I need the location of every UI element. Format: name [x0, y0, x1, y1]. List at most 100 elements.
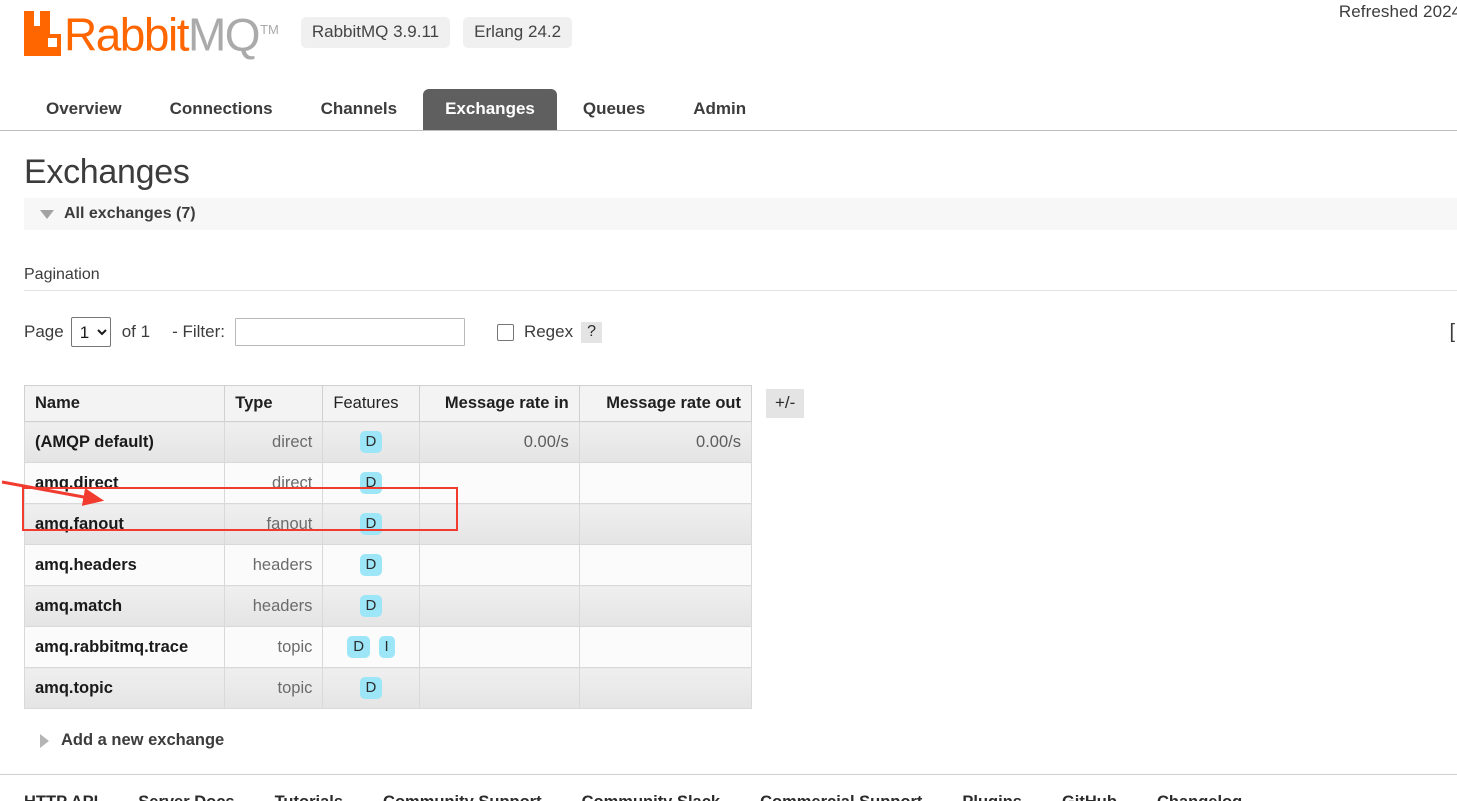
exchange-features: D: [322, 544, 420, 586]
exchange-rate-in: [418, 585, 580, 627]
exchange-rate-out: 0.00/s: [578, 421, 753, 463]
feature-badge-durable: D: [359, 554, 383, 576]
all-exchanges-section-header[interactable]: All exchanges (7): [24, 198, 1457, 230]
exchange-rate-out: [578, 626, 753, 668]
exchange-features: D: [322, 585, 420, 627]
app-header: Refreshed 2024- RabbitMQTM RabbitMQ 3.9.…: [0, 0, 1457, 85]
regex-help-icon[interactable]: ?: [581, 321, 602, 343]
exchange-rate-out: [578, 503, 753, 545]
page-total-label: of 1: [121, 322, 151, 341]
feature-badge-durable: D: [359, 472, 383, 494]
chevron-right-icon: [40, 733, 49, 748]
table-row-highlighted[interactable]: amq.fanout fanout D: [23, 503, 753, 545]
exchange-rate-out: [578, 544, 753, 586]
exchange-type: direct: [224, 421, 324, 463]
feature-badge-durable: D: [359, 431, 383, 453]
exchange-type: topic: [224, 667, 324, 709]
footer-link-community-support[interactable]: Community Support: [383, 793, 542, 801]
exchange-name[interactable]: amq.fanout: [23, 503, 226, 545]
footer-link-http-api[interactable]: HTTP API: [24, 793, 98, 801]
feature-badge-internal: I: [378, 636, 395, 658]
column-header-message-rate-in[interactable]: Message rate in: [418, 385, 580, 422]
page-root: Refreshed 2024- RabbitMQTM RabbitMQ 3.9.…: [0, 0, 1457, 801]
tab-queues[interactable]: Queues: [561, 89, 667, 130]
filter-input[interactable]: [234, 318, 465, 346]
exchange-rate-in: [418, 503, 580, 545]
tab-overview[interactable]: Overview: [24, 89, 144, 130]
footer-link-commercial-support[interactable]: Commercial Support: [760, 793, 922, 801]
regex-checkbox[interactable]: [496, 323, 514, 341]
footer-link-plugins[interactable]: Plugins: [962, 793, 1022, 801]
pagination-section-label: Pagination: [24, 266, 1457, 291]
exchange-features: D I: [322, 626, 420, 668]
filter-label: - Filter:: [172, 322, 225, 341]
pagination-controls: Page 1 of 1 - Filter: Regex ? [: [24, 317, 1455, 347]
exchange-name[interactable]: (AMQP default): [23, 421, 226, 463]
exchange-features: D: [322, 503, 420, 545]
exchange-features: D: [322, 462, 420, 504]
exchange-name[interactable]: amq.rabbitmq.trace: [23, 626, 226, 668]
page-select[interactable]: 1: [70, 317, 111, 347]
exchange-rate-in: [418, 626, 580, 668]
feature-badge-durable: D: [359, 595, 383, 617]
rabbitmq-version-badge: RabbitMQ 3.9.11: [300, 16, 451, 48]
tab-admin[interactable]: Admin: [671, 89, 768, 130]
footer-link-github[interactable]: GitHub: [1062, 793, 1117, 801]
right-edge-glyph: [: [1449, 321, 1455, 343]
main-navigation: Overview Connections Channels Exchanges …: [0, 85, 1457, 131]
exchange-rate-out: [578, 462, 753, 504]
exchanges-table-body: (AMQP default) direct D 0.00/s 0.00/s am…: [23, 421, 753, 709]
rabbit-logo-icon: [24, 11, 61, 57]
exchange-rate-in: 0.00/s: [418, 421, 580, 463]
footer-link-tutorials[interactable]: Tutorials: [275, 793, 343, 801]
tab-channels[interactable]: Channels: [299, 89, 420, 130]
exchanges-table-container: Name Type Features Message rate in Messa…: [23, 385, 1433, 709]
tab-exchanges[interactable]: Exchanges: [423, 89, 557, 130]
column-header-type[interactable]: Type: [224, 385, 324, 422]
exchange-features: D: [322, 421, 420, 463]
footer-link-community-slack[interactable]: Community Slack: [582, 793, 720, 801]
all-exchanges-label: All exchanges (7): [64, 205, 196, 222]
logo-trademark: TM: [260, 22, 279, 37]
table-row[interactable]: amq.match headers D: [23, 585, 753, 627]
refreshed-timestamp: Refreshed 2024-: [1338, 2, 1457, 21]
exchanges-table: Name Type Features Message rate in Messa…: [23, 385, 753, 709]
column-header-features[interactable]: Features: [322, 385, 420, 422]
page-label: Page: [24, 322, 64, 341]
regex-label: Regex: [523, 322, 574, 341]
exchange-type: headers: [224, 544, 324, 586]
exchange-name[interactable]: amq.topic: [23, 667, 226, 709]
exchange-type: headers: [224, 585, 324, 627]
tab-connections[interactable]: Connections: [148, 89, 295, 130]
exchange-type: fanout: [224, 503, 324, 545]
exchange-rate-out: [578, 585, 753, 627]
exchange-name[interactable]: amq.headers: [23, 544, 226, 586]
add-new-exchange-section[interactable]: Add a new exchange: [40, 731, 1433, 750]
main-content: Exchanges All exchanges (7) Pagination P…: [0, 153, 1457, 750]
exchange-rate-in: [418, 544, 580, 586]
chevron-down-icon: [40, 209, 54, 219]
exchange-type: direct: [224, 462, 324, 504]
table-row[interactable]: amq.direct direct D: [23, 462, 753, 504]
table-row[interactable]: amq.headers headers D: [23, 544, 753, 586]
column-header-message-rate-out[interactable]: Message rate out: [578, 385, 753, 422]
erlang-version-badge: Erlang 24.2: [463, 16, 573, 48]
feature-badge-durable: D: [359, 677, 383, 699]
logo-wordmark: RabbitMQTM: [64, 8, 279, 57]
footer-link-server-docs[interactable]: Server Docs: [138, 793, 234, 801]
column-header-name[interactable]: Name: [23, 385, 226, 422]
logo-word-rabbit: Rabbit: [64, 8, 189, 61]
rabbitmq-logo[interactable]: RabbitMQTM: [24, 8, 279, 57]
page-title: Exchanges: [24, 153, 190, 191]
add-new-exchange-label: Add a new exchange: [61, 731, 225, 749]
table-header-row: Name Type Features Message rate in Messa…: [23, 385, 753, 422]
exchange-name[interactable]: amq.match: [23, 585, 226, 627]
table-row[interactable]: (AMQP default) direct D 0.00/s 0.00/s: [23, 421, 753, 463]
table-row[interactable]: amq.rabbitmq.trace topic D I: [23, 626, 753, 668]
footer-link-changelog[interactable]: Changelog: [1157, 793, 1242, 801]
exchange-name[interactable]: amq.direct: [23, 462, 226, 504]
table-row[interactable]: amq.topic topic D: [23, 667, 753, 709]
regex-option: Regex ?: [496, 321, 602, 343]
toggle-columns-button[interactable]: +/-: [766, 389, 805, 418]
exchange-features: D: [322, 667, 420, 709]
